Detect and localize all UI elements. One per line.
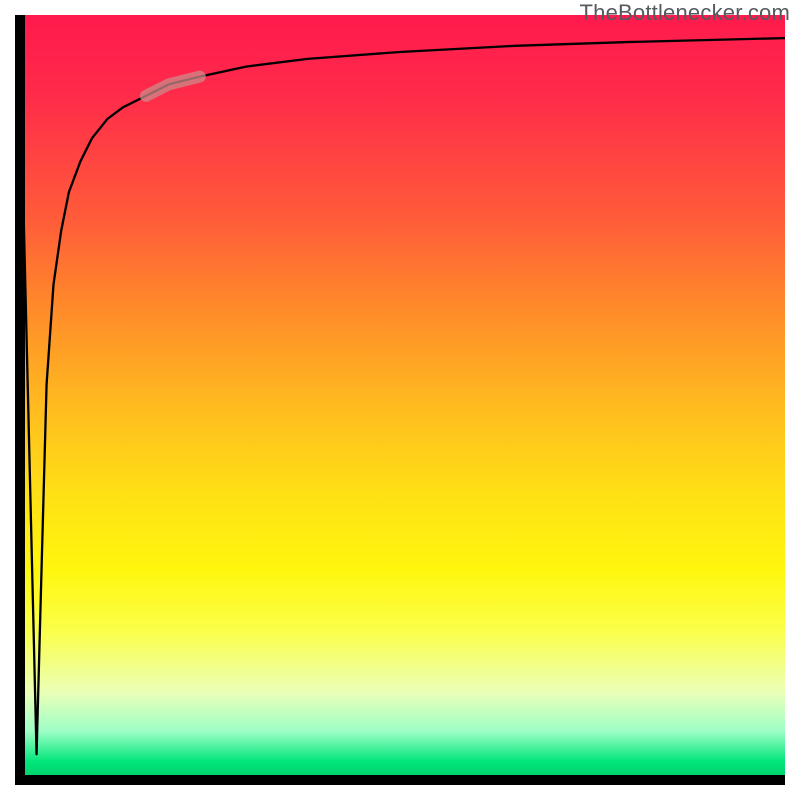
attribution-text: TheBottlenecker.com (580, 0, 790, 26)
x-axis (15, 775, 785, 785)
chart-canvas: TheBottlenecker.com (0, 0, 800, 800)
plot-gradient-background (15, 15, 785, 785)
y-axis (15, 15, 25, 785)
